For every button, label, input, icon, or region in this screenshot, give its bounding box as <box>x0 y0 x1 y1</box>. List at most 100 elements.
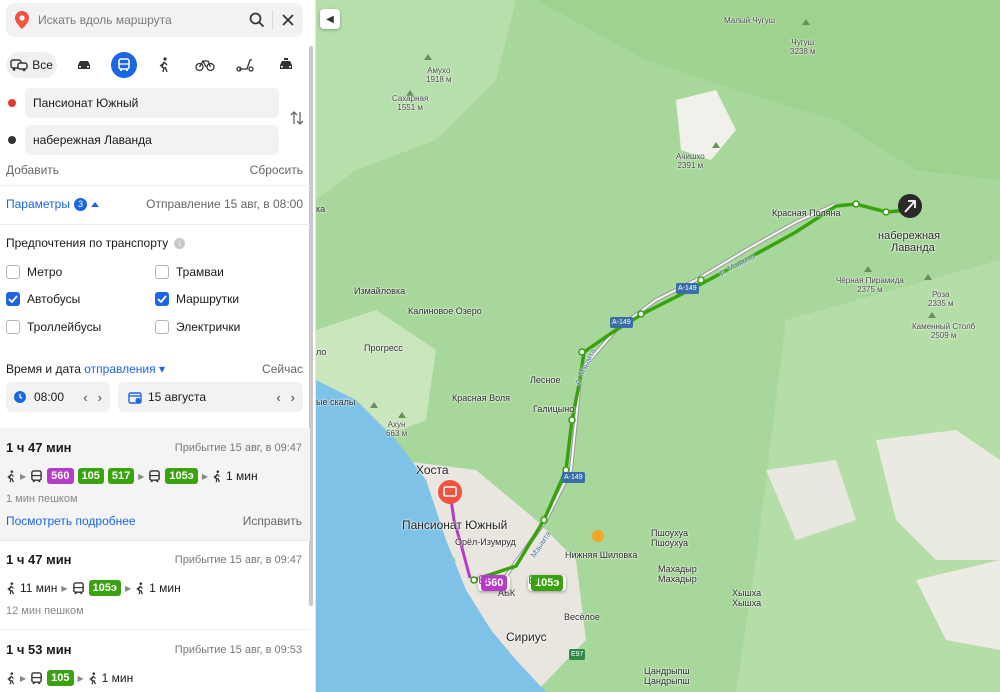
time-mode-dropdown[interactable]: отправления ▾ <box>84 362 165 376</box>
mode-walk[interactable] <box>144 52 184 78</box>
time-picker[interactable]: 08:00 ‹ › <box>6 382 110 412</box>
map-peak-malchugush[interactable]: Малый Чугуш <box>724 16 775 25</box>
reset-link[interactable]: Сбросить <box>250 163 303 177</box>
map-label-khyshkha-2[interactable]: Хышха <box>732 598 761 608</box>
map-label-lesnoe[interactable]: Лесное <box>530 375 560 385</box>
map-label-veseloe[interactable]: Весёлое <box>564 612 600 622</box>
mode-public-transport-highlight <box>110 52 137 78</box>
close-search-button[interactable] <box>273 3 303 37</box>
map-label-sirius[interactable]: Сириус <box>506 630 547 644</box>
map-label-khyshkha-1[interactable]: Хышха <box>732 588 761 598</box>
map-label-krasnaya-polyana[interactable]: Красная Поляна <box>772 208 840 218</box>
check-icon <box>8 295 18 303</box>
route-arrival: Прибытие 15 авг, в 09:47 <box>174 441 302 454</box>
map-label-galitsyno[interactable]: Галицыно <box>533 404 574 414</box>
date-picker[interactable]: 15 августа ‹ › <box>118 382 303 412</box>
map-label-lavanda-1[interactable]: набережная <box>878 230 940 242</box>
chevron-right-icon[interactable]: › <box>98 390 102 405</box>
from-input[interactable]: Пансионат Южный <box>25 88 279 118</box>
mode-all[interactable]: Все <box>6 52 58 78</box>
map-peak-amukho[interactable]: Амухо 1918 м <box>426 66 452 84</box>
chevron-left-icon[interactable]: ‹ <box>83 390 87 405</box>
mode-taxi[interactable] <box>266 52 306 78</box>
pref-metro[interactable]: Метро <box>6 265 62 279</box>
add-point-link[interactable]: Добавить <box>6 163 59 177</box>
walk-note: 12 мин пешком <box>6 605 84 617</box>
checkbox-metro[interactable] <box>6 265 20 279</box>
map-label-tsandrypsh-1[interactable]: Цандрыпш <box>644 666 690 676</box>
map-label-progress[interactable]: Прогресс <box>364 343 403 353</box>
walk-icon <box>7 469 15 482</box>
map-peak-kstolb[interactable]: Каменный Столб 2509 м <box>912 322 975 340</box>
route-fix-link[interactable]: Исправить <box>243 514 302 528</box>
checkbox-trolleybus[interactable] <box>6 320 20 334</box>
map-peak-roza[interactable]: Роза 2335 м <box>928 290 954 308</box>
road-badge-a149: А-149 <box>562 472 585 483</box>
route-point-actions: Добавить Сбросить <box>6 163 303 177</box>
map-peak-chpiramida[interactable]: Чёрная Пирамида 2375 м <box>836 276 904 294</box>
map-label-ka[interactable]: ка <box>316 204 325 214</box>
search-bar[interactable]: Искать вдоль маршрута <box>6 3 303 37</box>
mode-bicycle[interactable] <box>185 52 225 78</box>
map-label-orel[interactable]: Орёл-Изумруд <box>455 537 516 547</box>
route-option-2[interactable]: 1 ч 47 мин Прибытие 15 авг, в 09:47 11 м… <box>0 541 310 629</box>
route-option-3[interactable]: 1 ч 53 мин Прибытие 15 авг, в 09:53 ▶ 10… <box>0 630 310 692</box>
map-peak-akhun[interactable]: Ахун 663 м <box>386 420 407 438</box>
map-peak-sakharnaya[interactable]: Сахарная 1551 м <box>392 94 428 112</box>
mode-scooter[interactable] <box>225 52 265 78</box>
map-label-nizhnyaya-shilovka[interactable]: Нижняя Шиловка <box>565 550 637 560</box>
now-button[interactable]: Сейчас <box>262 362 303 376</box>
pref-bus-label: Автобусы <box>27 292 81 306</box>
pref-train[interactable]: Электрички <box>155 320 240 334</box>
map-label-izmaylovka[interactable]: Измайловка <box>354 286 405 296</box>
pref-trolleybus-label: Троллейбусы <box>27 320 102 334</box>
terrain-forest <box>536 0 1000 180</box>
map-label-khosta[interactable]: Хоста <box>416 463 449 477</box>
search-button[interactable] <box>242 3 272 37</box>
map-label-skaly[interactable]: ые скалы <box>316 397 355 407</box>
to-input[interactable]: набережная Лаванда <box>25 125 279 155</box>
time-value: 08:00 <box>34 390 65 404</box>
route-option-1[interactable]: 1 ч 47 мин Прибытие 15 авг, в 09:47 ▶ 56… <box>0 428 310 540</box>
chevron-up-icon <box>90 202 99 207</box>
map-label-pansionat[interactable]: Пансионат Южный <box>402 518 507 532</box>
map-label-pshoukha-2[interactable]: Пшоухуа <box>651 538 688 548</box>
line-chip: 560 <box>47 468 74 484</box>
pref-trolleybus[interactable]: Троллейбусы <box>6 320 101 334</box>
checkbox-minibus[interactable] <box>155 292 169 306</box>
checkbox-train[interactable] <box>155 320 169 334</box>
map-label-krasnaya-volya[interactable]: Красная Воля <box>452 393 510 403</box>
chevron-right-icon[interactable]: › <box>291 390 295 405</box>
checkbox-tram[interactable] <box>155 265 169 279</box>
info-icon[interactable]: i <box>174 237 186 249</box>
chevron-left-icon[interactable]: ‹ <box>276 390 280 405</box>
map-stop-label-bus[interactable]: 105э <box>528 575 567 591</box>
checkbox-bus[interactable] <box>6 292 20 306</box>
mode-public-transport[interactable] <box>104 52 144 78</box>
pref-bus[interactable]: Автобусы <box>6 292 80 306</box>
map-label-pshoukha-1[interactable]: Пшоухуа <box>651 528 688 538</box>
map-peak-chugush[interactable]: Чугуш 3238 м <box>790 38 816 56</box>
date-arrows: ‹ › <box>276 390 295 405</box>
params-toggle[interactable]: Параметры 3 <box>6 197 99 211</box>
pref-tram[interactable]: Трамваи <box>155 265 224 279</box>
map-stop-label-minibus[interactable]: 560 <box>478 575 511 591</box>
map-label-makhador-1[interactable]: Махадыр <box>658 564 697 574</box>
route-details-link[interactable]: Посмотреть подробнее <box>6 514 136 528</box>
map-label-makhador-2[interactable]: Махадыр <box>658 574 697 584</box>
map-label-lo[interactable]: ло <box>316 347 326 357</box>
swap-points-button[interactable] <box>287 108 307 128</box>
map-peak-achishkho[interactable]: Ачишхо 2391 м <box>676 152 705 170</box>
map-canvas[interactable]: Хоста Пансионат Южный набережная Лаванда… <box>316 0 1000 692</box>
walk-note: 1 мин пешком <box>6 493 78 505</box>
pref-minibus[interactable]: Маршрутки <box>155 292 239 306</box>
route-duration: 1 ч 53 мин <box>6 642 72 657</box>
map-label-lavanda-2[interactable]: Лаванда <box>891 242 935 254</box>
mode-car[interactable] <box>63 52 103 78</box>
map-label-kalinovoe[interactable]: Калиновое Озеро <box>408 306 482 316</box>
search-input[interactable]: Искать вдоль маршрута <box>38 13 242 27</box>
route-header: 1 ч 47 мин Прибытие 15 авг, в 09:47 <box>6 440 302 455</box>
map-label-tsandrypsh-2[interactable]: Цандрыпш <box>644 676 690 686</box>
route-steps: ▶ 560 105 517 ▶ 105э ▶ 1 мин <box>6 468 258 484</box>
collapse-sidebar-button[interactable]: ◀ <box>320 9 340 29</box>
